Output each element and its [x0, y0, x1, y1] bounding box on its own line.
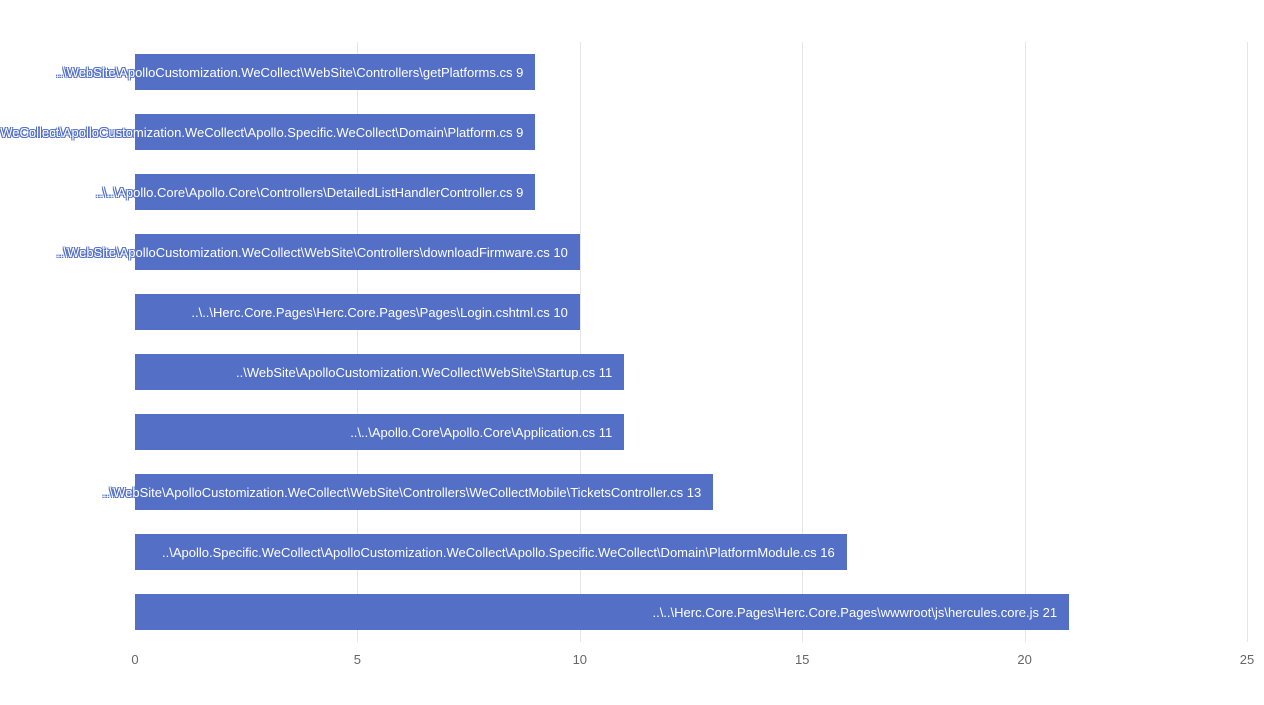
gridline	[1247, 42, 1248, 642]
x-tick-label: 15	[795, 652, 809, 667]
bar[interactable]	[135, 174, 535, 210]
x-tick-label: 20	[1017, 652, 1031, 667]
x-tick-label: 25	[1240, 652, 1254, 667]
x-tick-label: 0	[131, 652, 138, 667]
bar[interactable]	[135, 54, 535, 90]
x-tick-label: 10	[573, 652, 587, 667]
plot-area: 0510152025..\WebSite\ApolloCustomization…	[135, 42, 1247, 642]
x-tick-label: 5	[354, 652, 361, 667]
bar[interactable]	[135, 354, 624, 390]
bar[interactable]	[135, 474, 713, 510]
gridline	[1025, 42, 1026, 642]
bar[interactable]	[135, 414, 624, 450]
bar[interactable]	[135, 294, 580, 330]
bar[interactable]	[135, 114, 535, 150]
bar[interactable]	[135, 534, 847, 570]
horizontal-bar-chart: 0510152025..\WebSite\ApolloCustomization…	[0, 0, 1264, 705]
bar[interactable]	[135, 234, 580, 270]
bar[interactable]	[135, 594, 1069, 630]
